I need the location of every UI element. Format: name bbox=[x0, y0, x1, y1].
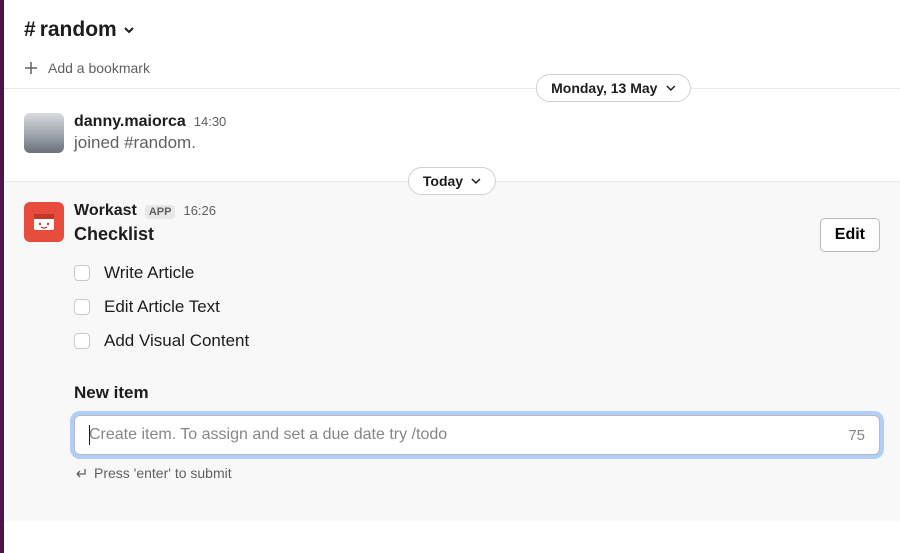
checkbox[interactable] bbox=[74, 333, 90, 349]
item-label: Edit Article Text bbox=[104, 297, 220, 317]
item-label: Write Article bbox=[104, 263, 194, 283]
app-badge: APP bbox=[145, 205, 176, 219]
edit-button[interactable]: Edit bbox=[820, 218, 880, 252]
date-divider: Today bbox=[4, 181, 900, 182]
add-bookmark-label: Add a bookmark bbox=[48, 60, 150, 76]
checklist-items: Write Article Edit Article Text Add Visu… bbox=[74, 263, 880, 351]
new-item-input-wrapper: 75 bbox=[74, 415, 880, 455]
chevron-down-icon bbox=[471, 176, 481, 186]
message-author[interactable]: Workast bbox=[74, 202, 137, 220]
date-label: Today bbox=[423, 173, 463, 189]
text-cursor bbox=[89, 425, 90, 445]
submit-hint: Press 'enter' to submit bbox=[74, 465, 880, 481]
chevron-down-icon bbox=[665, 83, 675, 93]
checklist-title: Checklist bbox=[74, 224, 880, 245]
checkbox[interactable] bbox=[74, 265, 90, 281]
date-pill-button[interactable]: Today bbox=[408, 167, 496, 195]
avatar[interactable] bbox=[24, 202, 64, 242]
workast-icon bbox=[30, 208, 58, 236]
hash-icon: # bbox=[24, 18, 36, 42]
chevron-down-icon bbox=[123, 24, 135, 36]
char-count: 75 bbox=[848, 427, 865, 444]
message-time: 14:30 bbox=[194, 114, 227, 129]
channel-name-button[interactable]: # random bbox=[24, 18, 880, 42]
new-item-input[interactable] bbox=[89, 426, 838, 444]
list-item: Add Visual Content bbox=[74, 331, 880, 351]
item-label: Add Visual Content bbox=[104, 331, 249, 351]
date-label: Monday, 13 May bbox=[551, 80, 657, 96]
submit-hint-text: Press 'enter' to submit bbox=[94, 465, 232, 481]
message-time: 16:26 bbox=[183, 203, 216, 218]
date-pill-button[interactable]: Monday, 13 May bbox=[536, 74, 690, 102]
list-item: Write Article bbox=[74, 263, 880, 283]
channel-name-text: random bbox=[40, 18, 117, 42]
new-item-label: New item bbox=[74, 383, 880, 403]
checkbox[interactable] bbox=[74, 299, 90, 315]
return-icon bbox=[74, 466, 88, 480]
edit-label: Edit bbox=[835, 226, 865, 243]
message-text: joined #random. bbox=[74, 133, 880, 153]
add-bookmark-button[interactable]: Add a bookmark bbox=[4, 56, 900, 88]
avatar[interactable] bbox=[24, 113, 64, 153]
join-message: danny.maiorca 14:30 joined #random. bbox=[4, 89, 900, 173]
list-item: Edit Article Text bbox=[74, 297, 880, 317]
message-author[interactable]: danny.maiorca bbox=[74, 113, 186, 131]
plus-icon bbox=[24, 61, 38, 75]
